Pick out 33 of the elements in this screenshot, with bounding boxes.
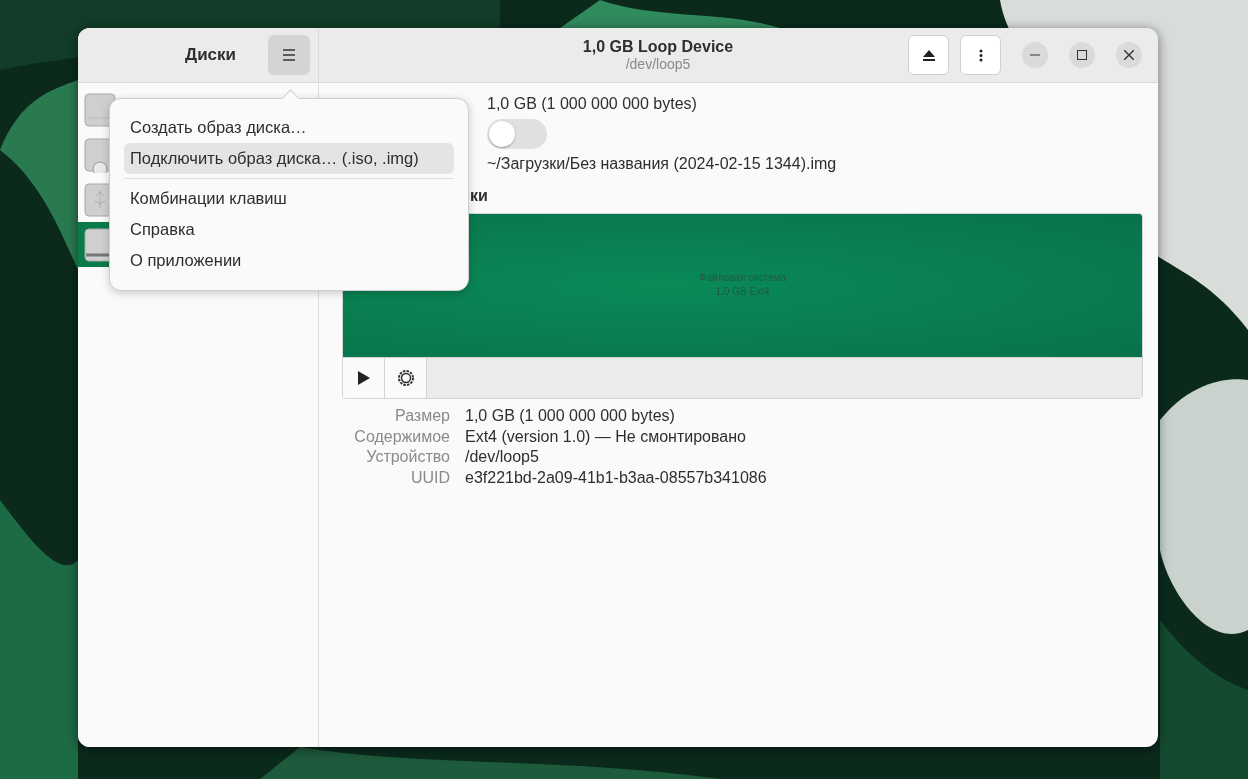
menu-button[interactable] — [268, 35, 310, 75]
volumes-heading: ки — [469, 187, 489, 205]
close-icon — [1124, 50, 1134, 60]
menu-item[interactable]: Комбинации клавиш — [124, 183, 454, 214]
detail-label: Размер — [394, 407, 450, 426]
maximize-button[interactable] — [1069, 42, 1095, 68]
detail-label: UUID — [409, 468, 450, 487]
minimize-button[interactable] — [1022, 42, 1048, 68]
detail-value: e3f221bd-2a09-41b1-b3aa-08557b341086 — [465, 468, 768, 487]
eject-icon — [922, 49, 935, 61]
menu-item[interactable]: Подключить образ диска… (.iso, .img) — [124, 143, 454, 174]
more-icon — [978, 48, 983, 62]
detail-value: 1,0 GB (1 000 000 000 bytes) — [465, 407, 676, 426]
play-icon — [357, 371, 370, 385]
mount-button[interactable] — [343, 358, 385, 398]
menu-icon — [282, 49, 296, 61]
window-subtitle: /dev/loop5 — [625, 56, 691, 72]
detail-label: Устройство — [365, 448, 450, 467]
toggle-switch[interactable] — [487, 119, 547, 149]
menu-item[interactable]: Создать образ диска… — [124, 112, 454, 143]
sidebar-title: Диски — [185, 45, 236, 65]
detail-label: Содержимое — [353, 427, 450, 446]
backing-file-value: ~/Загрузки/Без названия (2024-02-15 1344).img — [487, 155, 838, 173]
detail-value: Ext4 (version 1.0) — Не смонтировано — [465, 427, 747, 446]
detail-value: /dev/loop5 — [465, 448, 540, 467]
close-button[interactable] — [1116, 42, 1142, 68]
window-title: 1,0 GB Loop Device — [582, 38, 734, 56]
settings-button[interactable] — [385, 358, 427, 398]
minimize-icon — [1030, 54, 1040, 56]
size-value: 1,0 GB (1 000 000 000 bytes) — [487, 95, 698, 113]
gear-icon — [396, 369, 415, 387]
maximize-icon — [1077, 50, 1087, 60]
eject-button[interactable] — [908, 35, 949, 75]
